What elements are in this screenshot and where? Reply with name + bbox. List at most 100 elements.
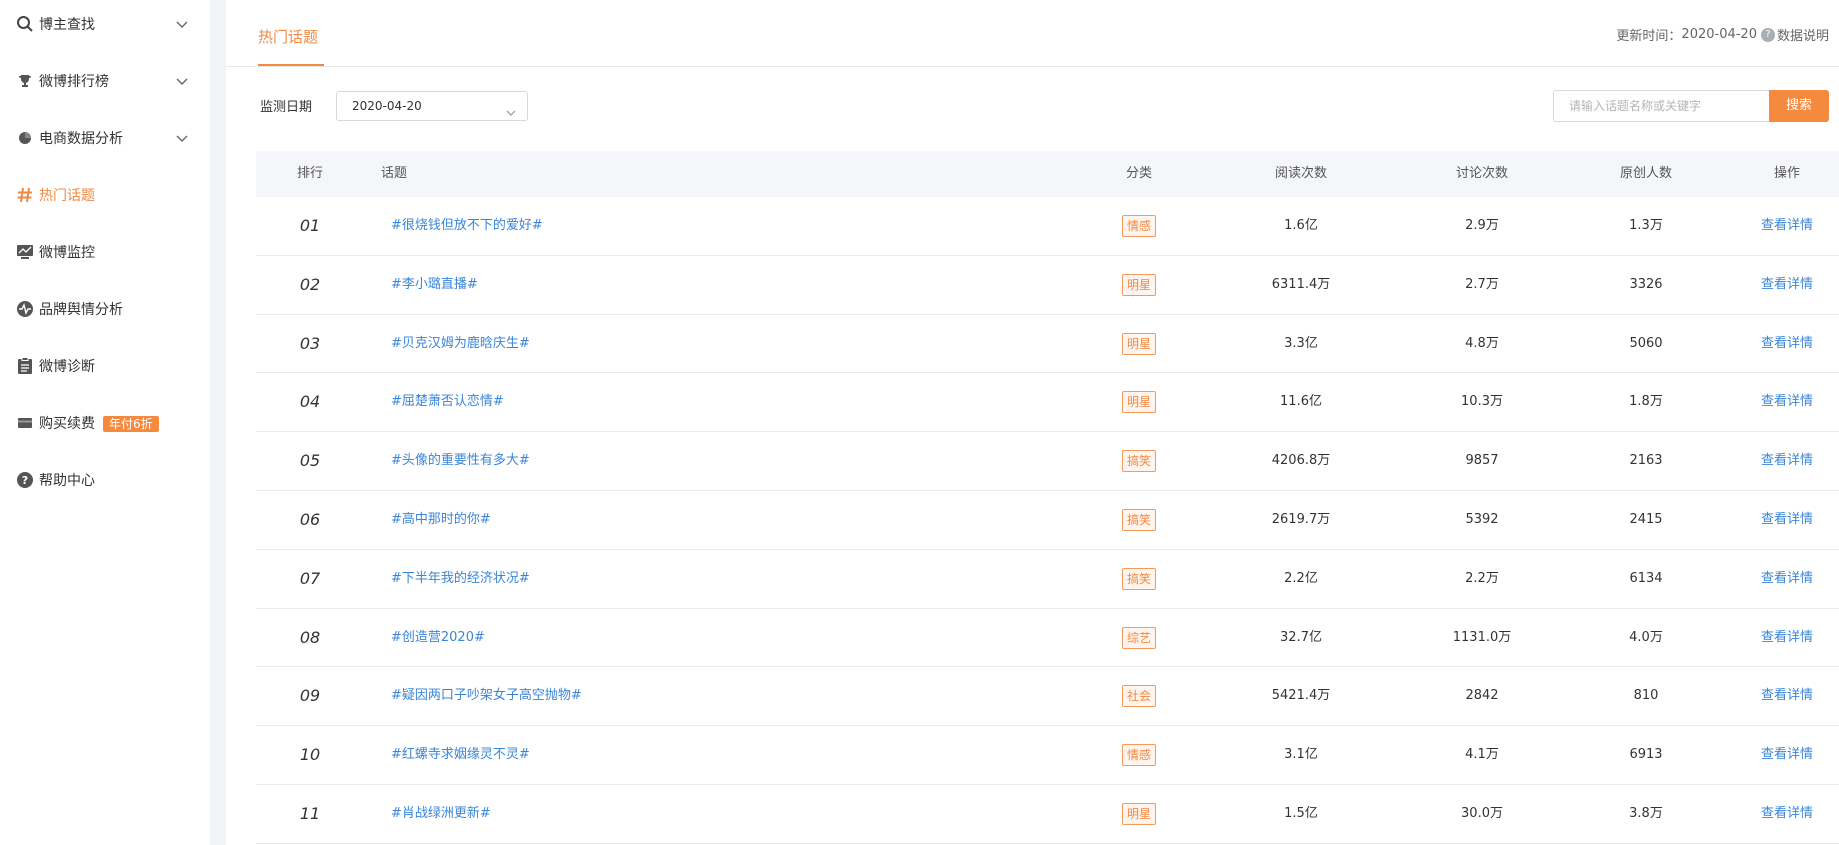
- table-row: 11 #肖战绿洲更新# 明星 1.5亿 30.0万 3.8万 查看详情: [256, 785, 1839, 844]
- view-detail-link[interactable]: 查看详情: [1761, 609, 1813, 666]
- column-header-category: 分类: [1125, 166, 1153, 181]
- sidebar-item-ecommerce[interactable]: 电商数据分析: [0, 118, 210, 158]
- topic-link[interactable]: #高中那时的你#: [391, 491, 491, 548]
- sidebar-item-blogger-search[interactable]: 博主查找: [0, 4, 210, 44]
- column-header-topic: 话题: [381, 166, 408, 181]
- table-header: 排行 话题 分类 阅读次数 讨论次数 原创人数 操作: [256, 151, 1839, 197]
- topic-link[interactable]: #肖战绿洲更新#: [391, 785, 491, 842]
- category-badge: 搞笑: [1121, 567, 1157, 590]
- category-badge: 明星: [1121, 802, 1157, 825]
- view-detail-link[interactable]: 查看详情: [1761, 197, 1813, 254]
- date-filter-label: 监测日期: [260, 100, 313, 115]
- view-detail-link[interactable]: 查看详情: [1761, 491, 1813, 548]
- column-header-action: 操作: [1773, 166, 1801, 181]
- chevron-down-icon: [175, 74, 189, 88]
- view-detail-link[interactable]: 查看详情: [1761, 550, 1813, 607]
- sidebar: 博主查找 微博排行榜 电商数据分析 热门话题 微博监控 品牌舆情分析 微博诊断 …: [0, 0, 210, 845]
- tab-bar: 热门话题 更新时间： 2020-04-20 ? 数据说明: [226, 0, 1839, 67]
- help-icon: ?: [15, 470, 35, 490]
- update-label: 更新时间：: [1616, 29, 1682, 44]
- pie-chart-icon: [15, 128, 35, 148]
- rank-cell: 04: [299, 392, 321, 412]
- topic-link[interactable]: #贝克汉姆为鹿晗庆生#: [391, 315, 530, 372]
- topic-link[interactable]: #下半年我的经济状况#: [391, 550, 530, 607]
- chevron-down-icon: [505, 101, 517, 116]
- search-icon: [15, 14, 35, 34]
- discussions-cell: 10.3万: [1461, 394, 1503, 410]
- topic-link[interactable]: #创造营2020#: [391, 609, 485, 666]
- sidebar-item-label: 微博排行榜: [39, 74, 109, 90]
- reads-cell: 2.2亿: [1284, 570, 1318, 586]
- discount-badge: 年付6折: [103, 416, 159, 432]
- originals-cell: 1.3万: [1629, 218, 1663, 233]
- question-icon[interactable]: ?: [1760, 27, 1775, 42]
- sidebar-item-brand-sentiment[interactable]: 品牌舆情分析: [0, 289, 210, 329]
- table-row: 02 #李小璐直播# 明星 6311.4万 2.7万 3326 查看详情: [256, 256, 1839, 315]
- discussions-cell: 5392: [1465, 511, 1499, 527]
- view-detail-link[interactable]: 查看详情: [1761, 315, 1813, 372]
- discussions-cell: 4.8万: [1465, 335, 1499, 351]
- sidebar-item-help[interactable]: ? 帮助中心: [0, 460, 210, 500]
- sidebar-item-label: 微博诊断: [39, 359, 95, 375]
- discussions-cell: 4.1万: [1465, 747, 1499, 763]
- table-row: 07 #下半年我的经济状况# 搞笑 2.2亿 2.2万 6134 查看详情: [256, 550, 1839, 609]
- column-header-reads: 阅读次数: [1274, 166, 1328, 181]
- topic-search-input[interactable]: [1553, 90, 1769, 122]
- tab-active-indicator: [258, 64, 324, 66]
- topic-link[interactable]: #屈楚萧否认恋情#: [391, 373, 504, 430]
- discussions-cell: 9857: [1465, 453, 1499, 469]
- sidebar-item-label: 热门话题: [39, 188, 95, 204]
- rank-cell: 06: [299, 509, 321, 529]
- sidebar-item-monitor[interactable]: 微博监控: [0, 232, 210, 272]
- sidebar-item-purchase[interactable]: 购买续费 年付6折: [0, 403, 210, 443]
- main-panel: 热门话题 更新时间： 2020-04-20 ? 数据说明 监测日期 2020-0…: [226, 0, 1839, 845]
- view-detail-link[interactable]: 查看详情: [1761, 432, 1813, 489]
- search-button[interactable]: 搜索: [1769, 90, 1829, 122]
- column-header-discussions: 讨论次数: [1455, 166, 1509, 181]
- rank-cell: 10: [299, 745, 321, 765]
- view-detail-link[interactable]: 查看详情: [1761, 726, 1813, 783]
- monitor-icon: [15, 242, 35, 262]
- category-badge: 情感: [1121, 744, 1157, 767]
- topic-link[interactable]: #红螺寺求姻缘灵不灵#: [391, 726, 530, 783]
- tab-hot-topics[interactable]: 热门话题: [258, 26, 318, 66]
- category-badge: 明星: [1121, 273, 1157, 296]
- table-row: 04 #屈楚萧否认恋情# 明星 11.6亿 10.3万 1.8万 查看详情: [256, 373, 1839, 433]
- reads-cell: 4206.8万: [1271, 453, 1331, 469]
- reads-cell: 2619.7万: [1271, 511, 1331, 527]
- category-badge: 明星: [1121, 391, 1157, 414]
- discussions-cell: 1131.0万: [1452, 629, 1512, 645]
- date-select[interactable]: 2020-04-20: [336, 91, 528, 121]
- rank-cell: 01: [299, 216, 321, 235]
- topic-link[interactable]: #李小璐直播#: [391, 256, 478, 313]
- data-note-link[interactable]: 数据说明: [1777, 25, 1829, 44]
- reads-cell: 3.3亿: [1284, 335, 1318, 351]
- sidebar-item-diagnosis[interactable]: 微博诊断: [0, 346, 210, 386]
- view-detail-link[interactable]: 查看详情: [1761, 256, 1813, 313]
- rank-cell: 07: [299, 568, 321, 588]
- topic-link[interactable]: #头像的重要性有多大#: [391, 432, 530, 489]
- trophy-icon: [15, 71, 35, 91]
- discussions-cell: 2842: [1465, 688, 1499, 704]
- discussions-cell: 2.9万: [1465, 218, 1499, 233]
- sidebar-item-hot-topics[interactable]: 热门话题: [0, 175, 210, 215]
- sidebar-item-label: 购买续费: [39, 416, 95, 432]
- sidebar-item-ranking[interactable]: 微博排行榜: [0, 61, 210, 101]
- topic-link[interactable]: #疑因两口子吵架女子高空抛物#: [391, 667, 582, 724]
- view-detail-link[interactable]: 查看详情: [1761, 373, 1813, 430]
- rank-cell: 02: [299, 274, 321, 294]
- discussions-cell: 30.0万: [1461, 805, 1503, 821]
- column-header-originals: 原创人数: [1619, 166, 1673, 181]
- discussions-cell: 2.2万: [1465, 570, 1499, 586]
- view-detail-link[interactable]: 查看详情: [1761, 667, 1813, 724]
- chevron-down-icon: [175, 131, 189, 145]
- sidebar-item-label: 博主查找: [39, 17, 95, 33]
- update-date: 2020-04-20: [1681, 27, 1757, 42]
- reads-cell: 3.1亿: [1284, 747, 1318, 763]
- reads-cell: 32.7亿: [1280, 629, 1322, 645]
- originals-cell: 4.0万: [1629, 629, 1663, 645]
- topic-link[interactable]: #很烧钱但放不下的爱好#: [391, 197, 543, 254]
- category-badge: 综艺: [1121, 626, 1157, 649]
- view-detail-link[interactable]: 查看详情: [1761, 785, 1813, 842]
- table-row: 10 #红螺寺求姻缘灵不灵# 情感 3.1亿 4.1万 6913 查看详情: [256, 726, 1839, 785]
